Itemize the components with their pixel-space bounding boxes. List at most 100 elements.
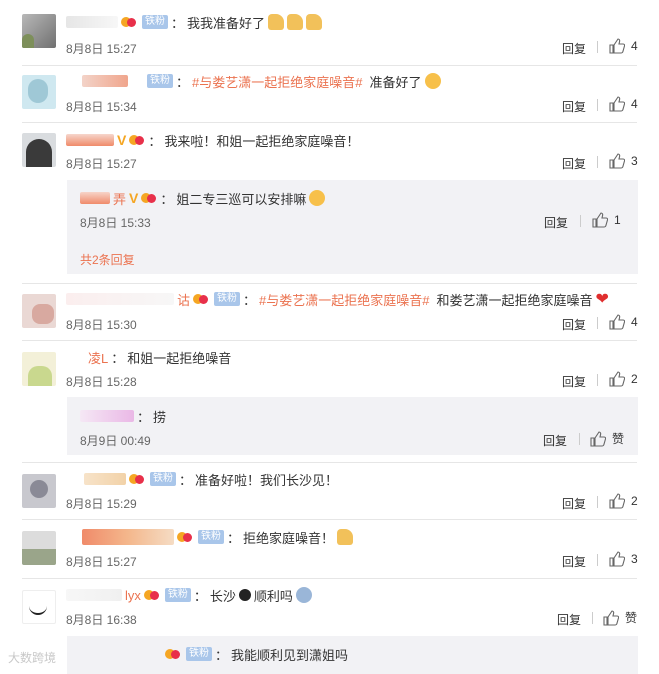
divider xyxy=(592,612,593,624)
fan-badge[interactable]: 铁粉 xyxy=(198,530,224,544)
comment-line: 凌L ： 和姐一起拒绝噪音 xyxy=(66,347,231,367)
avatar[interactable] xyxy=(22,474,56,508)
reply-button[interactable]: 回复 xyxy=(562,98,586,115)
fan-badge[interactable]: 铁粉 xyxy=(142,15,168,29)
divider xyxy=(597,99,598,111)
fan-badge[interactable]: 铁粉 xyxy=(150,472,176,486)
like-count: 2 xyxy=(631,372,638,386)
like-button[interactable]: 1 xyxy=(592,212,621,228)
like-button[interactable]: 赞 xyxy=(603,609,637,626)
reply-box: ： 捞 8月9日 00:49 回复 赞 xyxy=(67,397,638,455)
username-blurred[interactable] xyxy=(80,410,134,422)
username[interactable]: 诂 xyxy=(177,290,190,309)
more-replies-link[interactable]: 共2条回复 xyxy=(80,251,135,268)
reply-button[interactable]: 回复 xyxy=(562,316,586,333)
thumbs-up-icon xyxy=(609,38,625,54)
like-button[interactable]: 3 xyxy=(609,153,638,169)
username[interactable]: 凌L xyxy=(88,348,108,367)
reply-text: 姐二专三巡可以安排嘛 xyxy=(176,191,307,207)
comment-text: 和姐一起拒绝噪音 xyxy=(127,350,232,366)
divider xyxy=(22,519,637,520)
username-blurred[interactable] xyxy=(82,529,174,545)
fan-medal-icon xyxy=(129,472,145,486)
thumbs-up-icon xyxy=(609,96,625,112)
comment-line: 铁粉 ： 我我准备好了 xyxy=(66,12,323,32)
comment-text: 顺利吗 xyxy=(253,588,293,604)
divider xyxy=(22,340,637,341)
avatar[interactable] xyxy=(22,531,56,565)
username-blurred[interactable] xyxy=(66,16,118,28)
username-blurred[interactable] xyxy=(84,473,126,485)
like-button[interactable]: 4 xyxy=(609,96,638,112)
fan-badge[interactable]: 铁粉 xyxy=(214,292,241,306)
reply-line: 弄 V ： 姐二专三巡可以安排嘛 xyxy=(80,188,326,208)
reply-username[interactable]: 弄 xyxy=(113,189,126,208)
reply-button[interactable]: 回复 xyxy=(562,40,586,57)
comment-text: 我来啦！和姐一起拒绝家庭噪音！ xyxy=(164,133,360,149)
thumbs-up-icon xyxy=(603,609,619,626)
fan-badge[interactable]: 铁粉 xyxy=(147,74,173,88)
verified-icon: V xyxy=(129,190,139,206)
comment-line: 铁粉 ： 准备好啦！我们长沙见！ xyxy=(66,469,338,489)
comment-list: 铁粉 ： 我我准备好了 8月8日 15:27 回复 4 铁粉 ： #与娄艺潇一起… xyxy=(0,0,659,674)
divider xyxy=(597,317,598,329)
divider xyxy=(22,462,637,463)
reply-button[interactable]: 回复 xyxy=(562,553,586,570)
divider xyxy=(597,41,598,53)
comment-text: 准备好了 xyxy=(369,74,422,90)
avatar[interactable] xyxy=(22,352,56,386)
divider xyxy=(597,554,598,566)
username-blurred[interactable] xyxy=(82,75,128,87)
comment-line: 铁粉 ： 拒绝家庭噪音！ xyxy=(66,527,354,547)
watermark: 大数跨境 xyxy=(8,649,56,666)
thumbs-up-icon xyxy=(609,493,625,509)
thumbs-up-icon xyxy=(609,153,625,169)
verified-icon: V xyxy=(117,132,127,148)
avatar[interactable] xyxy=(22,14,56,48)
reply-button[interactable]: 回复 xyxy=(562,495,586,512)
divider xyxy=(580,215,581,227)
username-blurred[interactable] xyxy=(66,293,174,305)
divider xyxy=(597,374,598,386)
avatar[interactable] xyxy=(22,294,56,328)
avatar[interactable] xyxy=(22,133,56,167)
thumbs-up-emoji-icon xyxy=(337,529,354,545)
reply-text: 捞 xyxy=(153,409,167,425)
divider xyxy=(579,433,580,445)
cat-emoji-icon xyxy=(309,190,326,206)
avatar[interactable] xyxy=(22,75,56,109)
pray-emoji-icon xyxy=(295,587,312,603)
circled-text-icon xyxy=(238,589,251,601)
divider xyxy=(22,65,637,66)
like-button[interactable]: 赞 xyxy=(590,430,624,447)
topic-link[interactable]: #与娄艺潇一起拒绝家庭噪音# xyxy=(192,72,362,91)
username[interactable]: lyx xyxy=(125,588,141,603)
reply-button[interactable]: 回复 xyxy=(543,432,567,449)
timestamp: 8月8日 15:30 xyxy=(66,318,137,332)
topic-link[interactable]: #与娄艺潇一起拒绝家庭噪音# xyxy=(259,290,429,309)
comment-text: 准备好啦！我们长沙见！ xyxy=(195,472,339,488)
divider xyxy=(22,122,637,123)
avatar[interactable] xyxy=(22,590,56,624)
fan-badge[interactable]: 铁粉 xyxy=(186,647,212,661)
reply-button[interactable]: 回复 xyxy=(562,155,586,172)
divider xyxy=(22,578,637,579)
reply-button[interactable]: 回复 xyxy=(544,214,568,231)
fan-badge[interactable]: 铁粉 xyxy=(164,588,191,602)
like-button[interactable]: 2 xyxy=(609,371,638,387)
comment-text: 和娄艺潇一起拒绝家庭噪音 xyxy=(436,292,593,308)
username-blurred[interactable] xyxy=(80,192,110,204)
like-button[interactable]: 4 xyxy=(609,38,638,54)
like-count: 4 xyxy=(631,315,638,329)
timestamp: 8月8日 15:28 xyxy=(66,375,137,389)
thumbs-up-emoji-icon xyxy=(287,14,304,30)
like-button[interactable]: 3 xyxy=(609,551,638,567)
username-blurred[interactable] xyxy=(66,134,114,146)
like-button[interactable]: 4 xyxy=(609,314,638,330)
reply-button[interactable]: 回复 xyxy=(557,611,581,628)
username-blurred[interactable] xyxy=(66,589,122,601)
reply-button[interactable]: 回复 xyxy=(562,373,586,390)
like-label: 赞 xyxy=(625,611,638,625)
timestamp: 8月8日 15:29 xyxy=(66,497,137,511)
like-button[interactable]: 2 xyxy=(609,493,638,509)
